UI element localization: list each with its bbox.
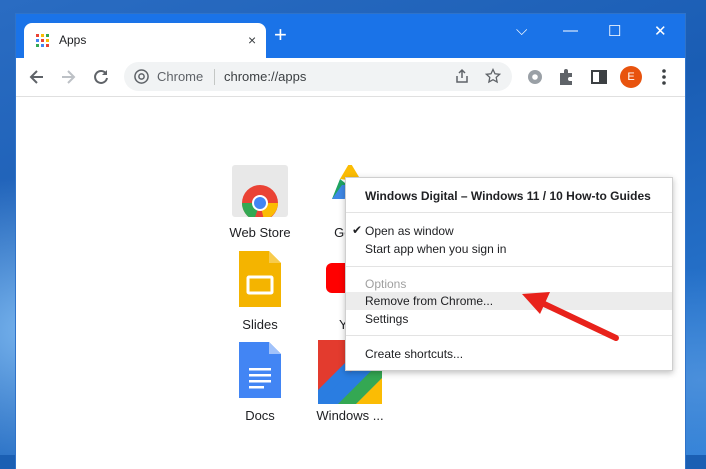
tab-close-icon[interactable]: ×: [248, 32, 256, 48]
app-slides[interactable]: Slides: [214, 251, 306, 332]
menu-divider: [346, 266, 672, 267]
app-label: Windows ...: [316, 408, 384, 423]
menu-item-start-on-sign-in[interactable]: Start app when you sign in: [346, 240, 672, 258]
profile-avatar[interactable]: E: [620, 66, 642, 88]
site-chip-label: Chrome: [157, 69, 204, 84]
menu-item-label: Create shortcuts...: [365, 347, 464, 361]
menu-item-label: Options: [365, 277, 407, 291]
forward-icon[interactable]: [58, 67, 78, 87]
menu-divider: [346, 212, 672, 213]
bookmark-star-icon[interactable]: [485, 68, 501, 84]
chrome-logo-icon: [134, 69, 149, 84]
chrome-web-store-icon: [232, 165, 288, 217]
minimize-button[interactable]: —: [563, 22, 578, 39]
gear-icon[interactable]: [525, 67, 545, 87]
app-docs[interactable]: Docs: [214, 342, 306, 423]
omnibox-divider: [214, 69, 215, 85]
app-label: Web Store: [229, 225, 291, 240]
checkmark-icon: ✔: [352, 223, 363, 237]
close-window-button[interactable]: ✕: [654, 22, 667, 40]
url-text[interactable]: chrome://apps: [224, 69, 306, 84]
app-context-menu: Windows Digital – Windows 11 / 10 How-to…: [345, 177, 673, 371]
title-bar: Apps × + ⌵ — ☐ ✕: [16, 14, 685, 58]
maximize-button[interactable]: ☐: [608, 22, 621, 40]
google-slides-icon: [239, 251, 281, 307]
menu-item-options: Options: [346, 275, 672, 293]
share-icon[interactable]: [454, 68, 470, 84]
menu-item-open-as-window[interactable]: ✔ Open as window: [346, 222, 672, 240]
menu-item-label: Start app when you sign in: [365, 242, 507, 256]
apps-grid-icon: [36, 34, 49, 47]
app-web-store[interactable]: Web Store: [214, 165, 306, 245]
google-docs-icon: [239, 342, 281, 398]
menu-item-remove-from-chrome[interactable]: Remove from Chrome...: [346, 292, 672, 310]
more-menu-icon[interactable]: [654, 67, 674, 87]
reload-icon[interactable]: [91, 67, 111, 87]
tab-apps[interactable]: Apps ×: [24, 23, 266, 58]
app-label: Docs: [245, 408, 275, 423]
address-bar[interactable]: Chrome chrome://apps: [124, 62, 512, 91]
toolbar: Chrome chrome://apps E: [16, 58, 685, 97]
tab-search-icon[interactable]: ⌵: [516, 22, 527, 39]
annotation-arrow-icon: [522, 292, 619, 341]
extensions-puzzle-icon[interactable]: [556, 67, 576, 87]
menu-item-create-shortcuts[interactable]: Create shortcuts...: [346, 345, 672, 363]
new-tab-button[interactable]: +: [274, 24, 287, 46]
menu-divider: [346, 335, 672, 336]
back-icon[interactable]: [27, 67, 47, 87]
menu-item-settings[interactable]: Settings: [346, 310, 672, 328]
app-label: Slides: [242, 317, 278, 332]
menu-item-label: Remove from Chrome...: [365, 294, 494, 308]
menu-item-label: Open as window: [365, 224, 454, 238]
context-menu-header: Windows Digital – Windows 11 / 10 How-to…: [365, 189, 651, 203]
side-panel-icon[interactable]: [589, 67, 609, 87]
menu-item-label: Settings: [365, 312, 409, 326]
tab-title: Apps: [59, 33, 87, 47]
